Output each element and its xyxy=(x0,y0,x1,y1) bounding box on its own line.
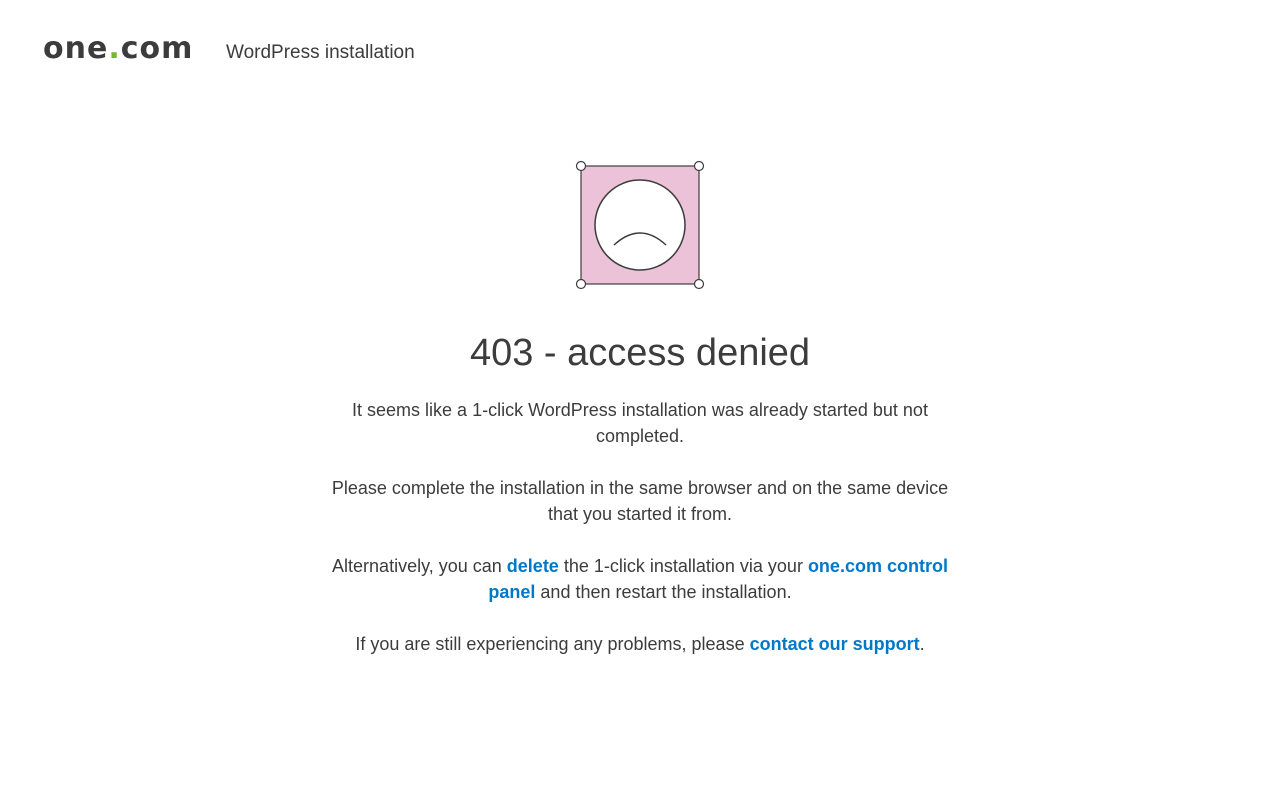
contact-support-link[interactable]: contact our support xyxy=(750,634,920,654)
delete-link[interactable]: delete xyxy=(507,556,559,576)
logo-dot: . xyxy=(108,31,121,66)
sad-face-icon xyxy=(575,160,705,290)
header: one.com WordPress installation xyxy=(0,0,1280,100)
logo-text-one: one xyxy=(43,31,109,66)
one-com-logo[interactable]: one.com xyxy=(43,34,193,64)
message-content: It seems like a 1-click WordPress instal… xyxy=(330,397,950,683)
header-title: WordPress installation xyxy=(226,42,415,63)
message-paragraph-3: Alternatively, you can delete the 1-clic… xyxy=(330,553,950,605)
message-paragraph-2: Please complete the installation in the … xyxy=(331,478,949,524)
page-title: 403 - access denied xyxy=(469,332,811,374)
paragraph-4-text-before: If you are still experiencing any proble… xyxy=(355,634,750,654)
logo-text-com: com xyxy=(120,31,194,66)
message-paragraph-4: If you are still experiencing any proble… xyxy=(330,631,950,657)
paragraph-4-text-after: . xyxy=(919,634,925,654)
paragraph-3-text-after: and then restart the installation. xyxy=(535,582,792,602)
paragraph-3-text-before: Alternatively, you can xyxy=(332,556,507,576)
paragraph-3-text-middle: the 1-click installation via your xyxy=(558,556,808,576)
message-paragraph-1: It seems like a 1-click WordPress instal… xyxy=(352,400,928,446)
